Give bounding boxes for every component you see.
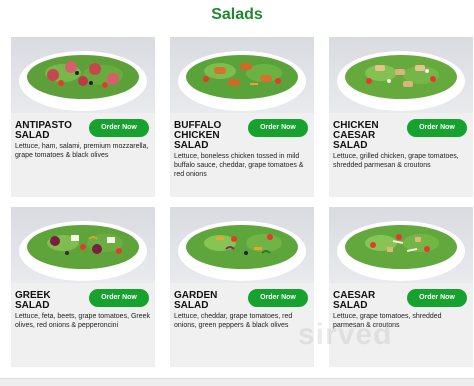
salad-name: ANTIPASTO SALAD bbox=[15, 120, 72, 141]
salad-card-buffalo-chicken: BUFFALO CHICKEN SALAD Order Now Lettuce,… bbox=[170, 37, 314, 197]
salad-photo bbox=[329, 37, 473, 113]
salad-description: Lettuce, feta, beets, grape tomatoes, Gr… bbox=[15, 313, 151, 329]
bottom-strip bbox=[0, 378, 474, 386]
order-now-button[interactable]: Order Now bbox=[89, 119, 149, 137]
salad-name: CAESAR SALAD bbox=[333, 290, 376, 311]
salad-description: Lettuce, grilled chicken, grape tomatoes… bbox=[333, 153, 459, 169]
salad-description: Lettuce, boneless chicken tossed in mild… bbox=[174, 153, 304, 178]
salad-photo bbox=[329, 207, 473, 283]
order-now-button[interactable]: Order Now bbox=[248, 119, 308, 137]
salad-card-antipasto: ANTIPASTO SALAD Order Now Lettuce, ham, … bbox=[11, 37, 155, 197]
salad-card-greek: GREEK SALAD Order Now Lettuce, feta, bee… bbox=[11, 207, 155, 367]
order-now-button[interactable]: Order Now bbox=[248, 289, 308, 307]
page-title: Salads bbox=[211, 6, 263, 23]
salad-card-chicken-caesar: CHICKEN CAESAR SALAD Order Now Lettuce, … bbox=[329, 37, 473, 197]
salad-name: BUFFALO CHICKEN SALAD bbox=[174, 120, 222, 151]
salad-name: CHICKEN CAESAR SALAD bbox=[333, 120, 379, 151]
salad-card-garden: GARDEN SALAD Order Now Lettuce, cheddar,… bbox=[170, 207, 314, 367]
order-now-button[interactable]: Order Now bbox=[407, 119, 467, 137]
salad-photo bbox=[170, 37, 314, 113]
salad-description: Lettuce, ham, salami, premium mozzarella… bbox=[15, 143, 149, 159]
salad-name: GARDEN SALAD bbox=[174, 290, 218, 311]
salad-name: GREEK SALAD bbox=[15, 290, 51, 311]
salad-photo bbox=[11, 207, 155, 283]
order-now-button[interactable]: Order Now bbox=[89, 289, 149, 307]
salad-photo bbox=[11, 37, 155, 113]
order-now-button[interactable]: Order Now bbox=[407, 289, 467, 307]
salad-photo bbox=[170, 207, 314, 283]
salad-description: Lettuce, cheddar, grape tomatoes, red on… bbox=[174, 313, 293, 329]
watermark: sirved bbox=[298, 318, 393, 351]
